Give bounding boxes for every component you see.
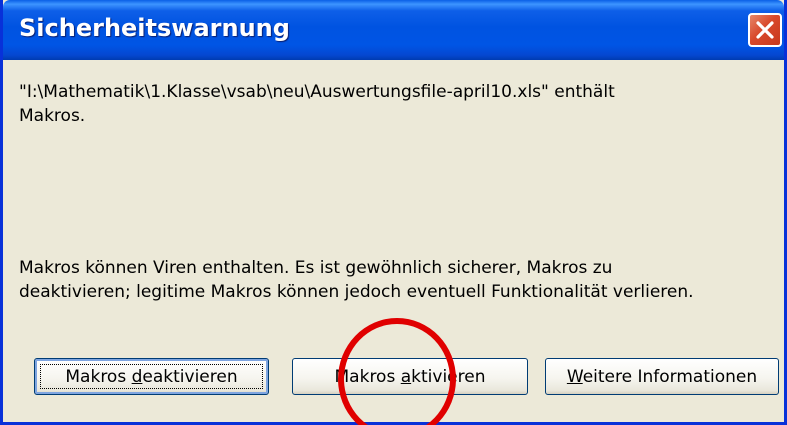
close-button[interactable] [748, 13, 782, 47]
title-bar[interactable]: Sicherheitswarnung [3, 0, 784, 60]
macro-warning-line-2: deaktivieren; legitime Makros können jed… [19, 282, 694, 302]
activate-macros-label: Makros aktivieren [334, 366, 486, 387]
close-icon [756, 21, 774, 39]
focus-rectangle [40, 364, 263, 389]
file-message-line-2: Makros. [19, 106, 86, 126]
more-information-label: Weitere Informationen [566, 366, 758, 387]
file-message: "I:\Mathematik\1.Klasse\vsab\neu\Auswert… [19, 80, 615, 128]
file-message-line-1: "I:\Mathematik\1.Klasse\vsab\neu\Auswert… [19, 82, 615, 102]
more-information-button[interactable]: Weitere Informationen [545, 358, 779, 395]
activate-macros-button[interactable]: Makros aktivieren [292, 358, 528, 395]
macro-warning-text: Makros können Viren enthalten. Es ist ge… [19, 256, 694, 304]
macro-warning-line-1: Makros können Viren enthalten. Es ist ge… [19, 258, 613, 278]
security-warning-dialog: Sicherheitswarnung "I:\Mathematik\1.Klas… [0, 0, 787, 425]
deactivate-macros-button[interactable]: Makros deaktivieren [34, 358, 269, 395]
dialog-title: Sicherheitswarnung [19, 14, 290, 42]
